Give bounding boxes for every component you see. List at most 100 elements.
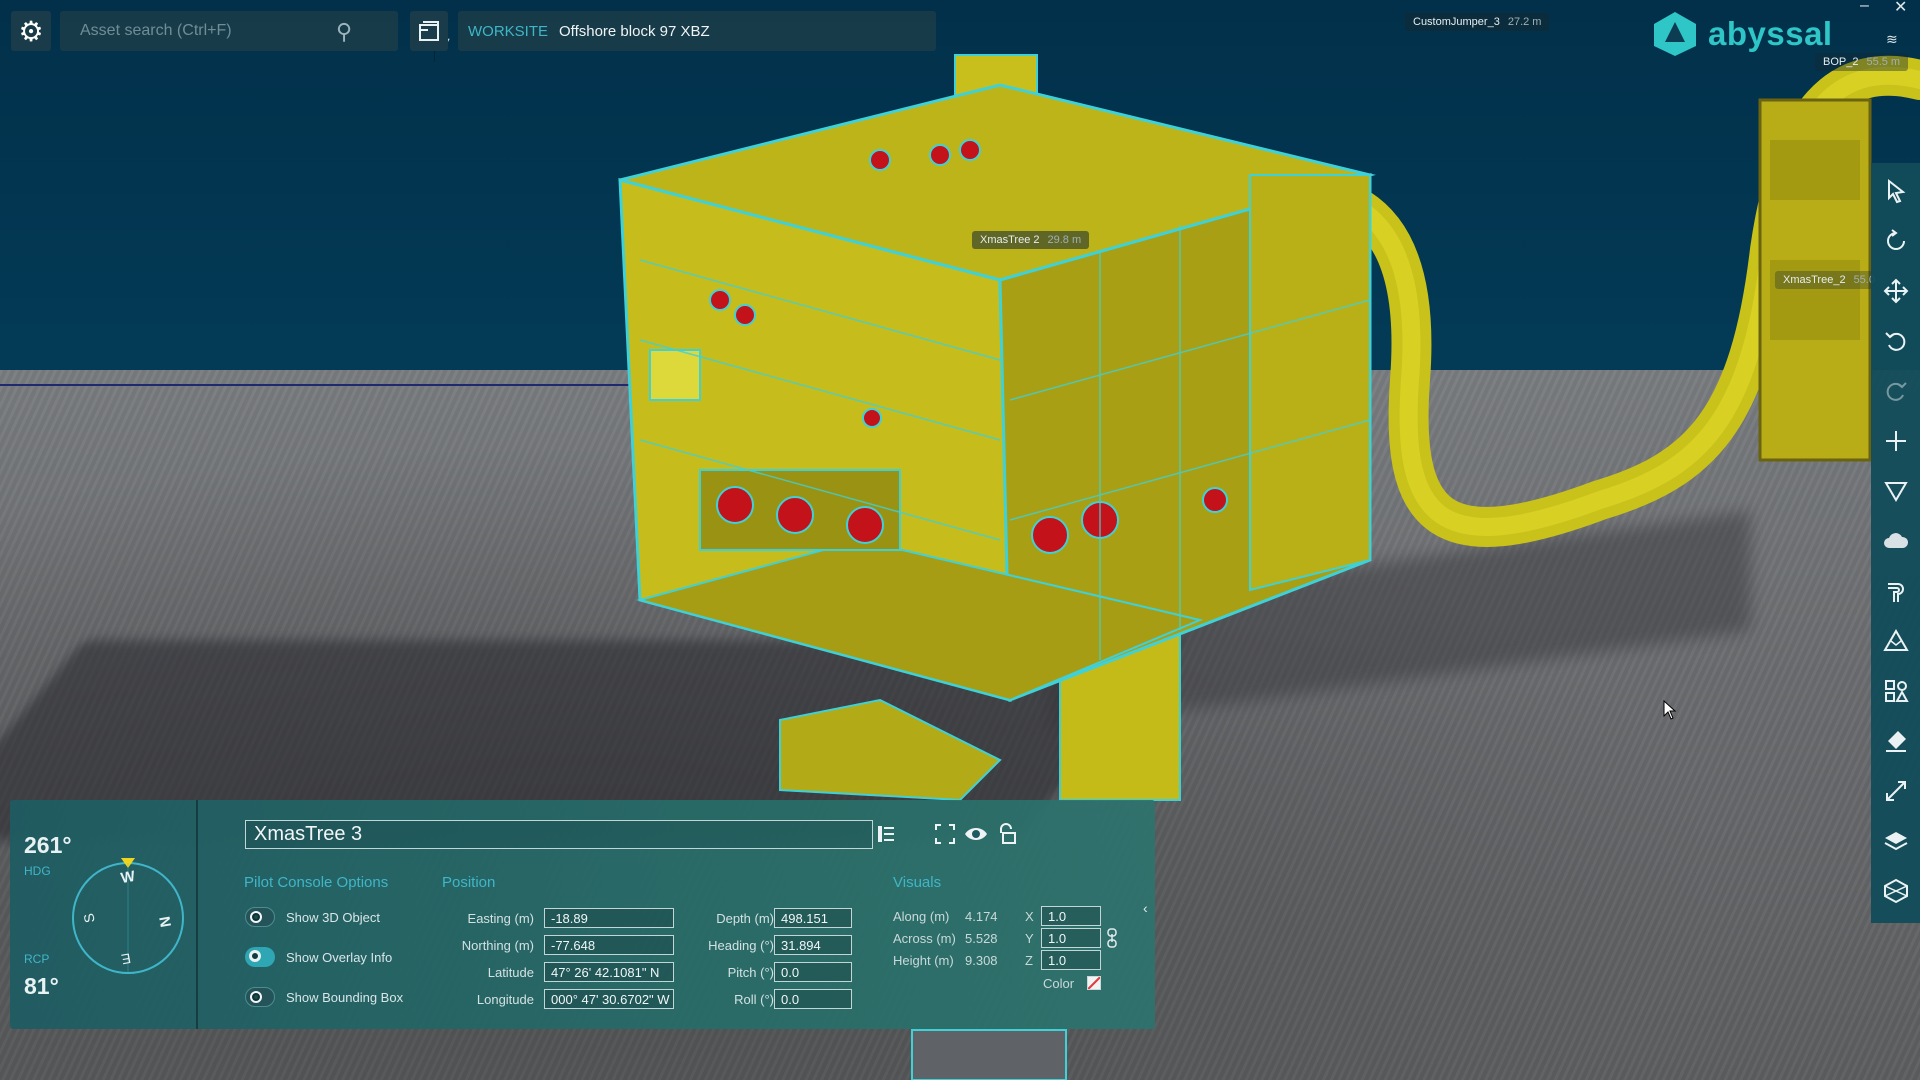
close-icon[interactable]: ✕ [1894, 0, 1907, 17]
measure-tool[interactable] [1871, 769, 1920, 813]
roll-input[interactable] [774, 989, 852, 1009]
chevron-left-icon: ‹ [1143, 900, 1148, 916]
cloud-icon [1883, 533, 1908, 548]
route-icon [1887, 583, 1904, 602]
compass-rose: W S N E [72, 858, 184, 974]
overlay-tag-xmastree-2-far[interactable]: XmasTree_2 55.0 [1775, 271, 1883, 289]
latitude-label: Latitude [487, 965, 534, 980]
pitch-label: Pitch (°) [727, 965, 774, 980]
move-tool[interactable] [1871, 269, 1920, 313]
add-tool[interactable] [1871, 419, 1920, 463]
northing-input[interactable] [544, 935, 674, 955]
route-tool[interactable] [1871, 569, 1920, 613]
height-label: Height (m) [893, 953, 954, 968]
tag-distance: 29.8 m [1047, 234, 1082, 246]
tag-distance: 27.2 m [1507, 16, 1542, 28]
asset-search: ⚲ ▼ [60, 11, 452, 62]
select-tool[interactable] [1871, 169, 1920, 213]
height-value: 9.308 [965, 953, 998, 968]
object-panel: 261° HDG RCP 81° W S N E Pilot Console O… [10, 800, 1155, 1029]
toggle-switch[interactable] [245, 907, 275, 927]
focus-button[interactable] [931, 820, 959, 848]
select-icon [1887, 178, 1905, 204]
toggle-switch[interactable] [245, 987, 275, 1007]
list-icon [878, 826, 894, 842]
color-label: Color [1043, 976, 1075, 991]
redo-tool[interactable] [1871, 369, 1920, 413]
latitude-input[interactable] [544, 962, 674, 982]
depth-label: Depth (m) [716, 911, 774, 926]
tag-name: CustomJumper_3 [1413, 16, 1500, 28]
rcp-value: 81° [24, 973, 59, 999]
longitude-input[interactable] [544, 989, 674, 1009]
worksite-selector[interactable]: WORKSITE Offshore block 97 XBZ [458, 11, 936, 51]
eye-icon [965, 828, 987, 840]
pitch-input[interactable] [774, 962, 852, 982]
minimize-icon[interactable]: – [1860, 0, 1869, 15]
easting-input[interactable] [544, 908, 674, 928]
scale-z-input[interactable] [1041, 950, 1101, 970]
toggle-show-bounding-box[interactable]: Show Bounding Box [245, 987, 403, 1007]
toggle-show-overlay-info[interactable]: Show Overlay Info [245, 947, 392, 967]
logo-icon [1654, 12, 1696, 56]
toggle-label: Show 3D Object [286, 909, 380, 925]
terrain-tool[interactable] [1871, 619, 1920, 663]
along-value: 4.174 [965, 909, 998, 924]
depth-input[interactable] [774, 908, 852, 928]
worksite-label: WORKSITE [468, 22, 549, 40]
grid-layer-tool[interactable] [1871, 869, 1920, 913]
heading-input[interactable] [774, 935, 852, 955]
overlay-tag-customjumper[interactable]: CustomJumper_3 27.2 m [1405, 13, 1550, 31]
rotate-view-tool[interactable] [1871, 219, 1920, 263]
list-view-button[interactable] [872, 820, 900, 848]
cloud-tool[interactable] [1871, 519, 1920, 563]
gear-icon: ⚙ [18, 15, 44, 47]
library-icon [419, 21, 439, 41]
compass-e: E [120, 950, 132, 967]
scale-y-input[interactable] [1041, 928, 1101, 948]
scale-x-input[interactable] [1041, 906, 1101, 926]
across-label: Across (m) [893, 931, 956, 946]
move-icon [1883, 278, 1908, 304]
object-name-input[interactable] [245, 820, 873, 849]
lock-button[interactable] [993, 820, 1021, 848]
toggle-label: Show Overlay Info [286, 949, 393, 965]
compass-n: N [155, 915, 174, 929]
visibility-button[interactable] [962, 820, 990, 848]
scale-x-label: X [1025, 909, 1034, 924]
toggle-show-3d-object[interactable]: Show 3D Object [245, 907, 380, 927]
compass-w: W [119, 868, 137, 887]
add-icon [1885, 431, 1906, 451]
across-value: 5.528 [965, 931, 998, 946]
layer-tool[interactable] [1871, 819, 1920, 863]
position-title: Position [442, 874, 496, 891]
settings-button[interactable]: ⚙ [11, 11, 51, 51]
grid-layer-icon [1883, 878, 1908, 904]
rcp-label: RCP [24, 952, 50, 966]
compass-s: S [80, 912, 97, 924]
collapse-panel-button[interactable]: ‹ [1143, 900, 1148, 916]
search-input[interactable] [80, 11, 350, 51]
eraser-tool[interactable] [1871, 719, 1920, 763]
toggle-switch[interactable] [245, 947, 275, 967]
color-swatch[interactable] [1087, 976, 1101, 990]
pilot-console-title: Pilot Console Options [244, 874, 389, 891]
filter-tool[interactable] [1871, 469, 1920, 513]
heading-label: HDG [24, 864, 51, 878]
asset-library-button[interactable] [410, 11, 448, 51]
undo-tool[interactable] [1871, 319, 1920, 363]
eraser-icon [1885, 731, 1906, 752]
mouse-cursor [1663, 700, 1677, 720]
layer-icon [1884, 832, 1907, 851]
heading-field-label: Heading (°) [708, 938, 774, 953]
logo-text: abyssal [1708, 15, 1833, 52]
search-icon[interactable]: ⚲ [336, 19, 352, 45]
northing-label: Northing (m) [461, 938, 534, 953]
overlay-tag-xmastree-2[interactable]: XmasTree 2 29.8 m [972, 231, 1090, 249]
measure-icon [1885, 781, 1906, 801]
scale-link-icon[interactable] [1105, 928, 1119, 948]
shapes-tool[interactable] [1871, 669, 1920, 713]
worksite-name: Offshore block 97 XBZ [559, 22, 710, 40]
roll-label: Roll (°) [734, 992, 774, 1007]
toggle-label: Show Bounding Box [286, 989, 404, 1005]
